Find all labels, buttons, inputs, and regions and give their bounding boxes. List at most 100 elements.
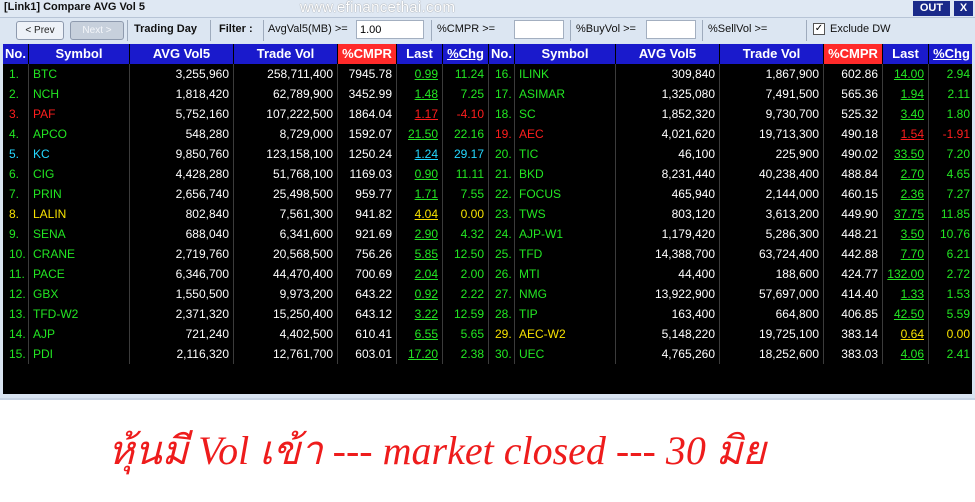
cell-avg: 2,116,320 [130, 344, 234, 364]
cell-last: 2.04 [397, 264, 443, 284]
header-chg[interactable]: %Chg [929, 44, 972, 64]
cell-symbol: PACE [29, 264, 130, 284]
table-row[interactable]: 2. NCH 1,818,420 62,789,900 3452.99 1.48 7.25 1… [3, 84, 972, 104]
prev-button[interactable]: < Prev [16, 21, 64, 40]
cell-no: 27. [489, 284, 515, 304]
sellvol-label: %SellVol >= [708, 23, 768, 35]
cell-trade: 51,768,100 [234, 164, 338, 184]
header-symbol[interactable]: Symbol [515, 44, 616, 64]
cell-symbol: GBX [29, 284, 130, 304]
cmpr-input[interactable] [514, 20, 564, 39]
table-row[interactable]: 8. LALIN 802,840 7,561,300 941.82 4.04 0.00 23.… [3, 204, 972, 224]
cell-cmpr: 1169.03 [338, 164, 397, 184]
cell-last: 2.70 [883, 164, 929, 184]
cell-last: 1.33 [883, 284, 929, 304]
header-trade-vol[interactable]: Trade Vol [234, 44, 338, 64]
cell-trade: 5,286,300 [720, 224, 824, 244]
cell-cmpr: 488.84 [824, 164, 883, 184]
cell-cmpr: 490.02 [824, 144, 883, 164]
table-row[interactable]: 3. PAF 5,752,160 107,222,500 1864.04 1.17 -4.1… [3, 104, 972, 124]
cell-last: 0.90 [397, 164, 443, 184]
cell-symbol: TFD [515, 244, 616, 264]
out-button[interactable]: OUT [913, 1, 950, 16]
header-symbol[interactable]: Symbol [29, 44, 130, 64]
cell-trade: 1,867,900 [720, 64, 824, 84]
toolbar-divider [210, 20, 211, 41]
cell-trade: 19,725,100 [720, 324, 824, 344]
cell-last: 17.20 [397, 344, 443, 364]
cell-symbol: LALIN [29, 204, 130, 224]
table-row[interactable]: 4. APCO 548,280 8,729,000 1592.07 21.50 22.16 1… [3, 124, 972, 144]
header-no[interactable]: No. [489, 44, 515, 64]
cell-cmpr: 3452.99 [338, 84, 397, 104]
cell-chg: 2.00 [443, 264, 489, 284]
header-no[interactable]: No. [3, 44, 29, 64]
cell-symbol: NMG [515, 284, 616, 304]
table-row[interactable]: 1. BTC 3,255,960 258,711,400 7945.78 0.99 11.2… [3, 64, 972, 84]
cell-trade: 7,561,300 [234, 204, 338, 224]
cell-no: 19. [489, 124, 515, 144]
cell-cmpr: 565.36 [824, 84, 883, 104]
cell-avg: 13,922,900 [616, 284, 720, 304]
cell-last: 37.75 [883, 204, 929, 224]
table-row[interactable]: 5. KC 9,850,760 123,158,100 1250.24 1.24 29.17… [3, 144, 972, 164]
cell-symbol: UEC [515, 344, 616, 364]
table-row[interactable]: 7. PRIN 2,656,740 25,498,500 959.77 1.71 7.55 2… [3, 184, 972, 204]
cell-trade: 6,341,600 [234, 224, 338, 244]
next-button[interactable]: Next > [70, 21, 124, 40]
cell-no: 25. [489, 244, 515, 264]
table-row[interactable]: 11. PACE 6,346,700 44,470,400 700.69 2.04 2.00… [3, 264, 972, 284]
window-title: [Link1] Compare AVG Vol 5 [4, 1, 145, 13]
cell-avg: 46,100 [616, 144, 720, 164]
cell-trade: 123,158,100 [234, 144, 338, 164]
header-chg[interactable]: %Chg [443, 44, 489, 64]
cell-no: 7. [3, 184, 29, 204]
header-last[interactable]: Last [397, 44, 443, 64]
header-avg-vol5[interactable]: AVG Vol5 [616, 44, 720, 64]
cell-cmpr: 643.22 [338, 284, 397, 304]
table-row[interactable]: 14. AJP 721,240 4,402,500 610.41 6.55 5.65 29. A… [3, 324, 972, 344]
header-cmpr[interactable]: %CMPR [338, 44, 397, 64]
cell-avg: 9,850,760 [130, 144, 234, 164]
cell-last: 1.71 [397, 184, 443, 204]
cell-cmpr: 525.32 [824, 104, 883, 124]
table-row[interactable]: 13. TFD-W2 2,371,320 15,250,400 643.12 3.22 12… [3, 304, 972, 324]
cell-no: 12. [3, 284, 29, 304]
cell-avg: 688,040 [130, 224, 234, 244]
cell-chg: 6.21 [929, 244, 972, 264]
cell-avg: 5,752,160 [130, 104, 234, 124]
header-avg-vol5[interactable]: AVG Vol5 [130, 44, 234, 64]
grid-header: No. Symbol AVG Vol5 Trade Vol %CMPR Last… [3, 44, 972, 64]
table-row[interactable]: 15. PDI 2,116,320 12,761,700 603.01 17.20 2.38… [3, 344, 972, 364]
table-row[interactable]: 10. CRANE 2,719,760 20,568,500 756.26 5.85 12.… [3, 244, 972, 264]
cell-avg: 4,765,260 [616, 344, 720, 364]
cell-avg: 802,840 [130, 204, 234, 224]
table-row[interactable]: 9. SENA 688,040 6,341,600 921.69 2.90 4.32 24. A… [3, 224, 972, 244]
header-trade-vol[interactable]: Trade Vol [720, 44, 824, 64]
cell-last: 1.24 [397, 144, 443, 164]
header-cmpr[interactable]: %CMPR [824, 44, 883, 64]
table-row[interactable]: 6. CIG 4,428,280 51,768,100 1169.03 0.90 11.11… [3, 164, 972, 184]
cell-cmpr: 941.82 [338, 204, 397, 224]
cell-chg: 4.32 [443, 224, 489, 244]
buyvol-input[interactable] [646, 20, 696, 39]
cell-avg: 2,719,760 [130, 244, 234, 264]
close-button[interactable]: X [954, 1, 973, 16]
exclude-dw-checkbox[interactable]: ✓ [813, 23, 825, 35]
cell-trade: 664,800 [720, 304, 824, 324]
cell-cmpr: 424.77 [824, 264, 883, 284]
cell-no: 8. [3, 204, 29, 224]
avgval-input[interactable]: 1.00 [356, 20, 424, 39]
cell-chg: 11.24 [443, 64, 489, 84]
cell-no: 15. [3, 344, 29, 364]
cell-last: 42.50 [883, 304, 929, 324]
cell-chg: 1.80 [929, 104, 972, 124]
cell-cmpr: 383.03 [824, 344, 883, 364]
table-row[interactable]: 12. GBX 1,550,500 9,973,200 643.22 0.92 2.22 27… [3, 284, 972, 304]
cell-chg: 2.72 [929, 264, 972, 284]
header-last[interactable]: Last [883, 44, 929, 64]
cell-cmpr: 756.26 [338, 244, 397, 264]
cell-no: 1. [3, 64, 29, 84]
cell-last: 4.04 [397, 204, 443, 224]
cell-symbol: FOCUS [515, 184, 616, 204]
